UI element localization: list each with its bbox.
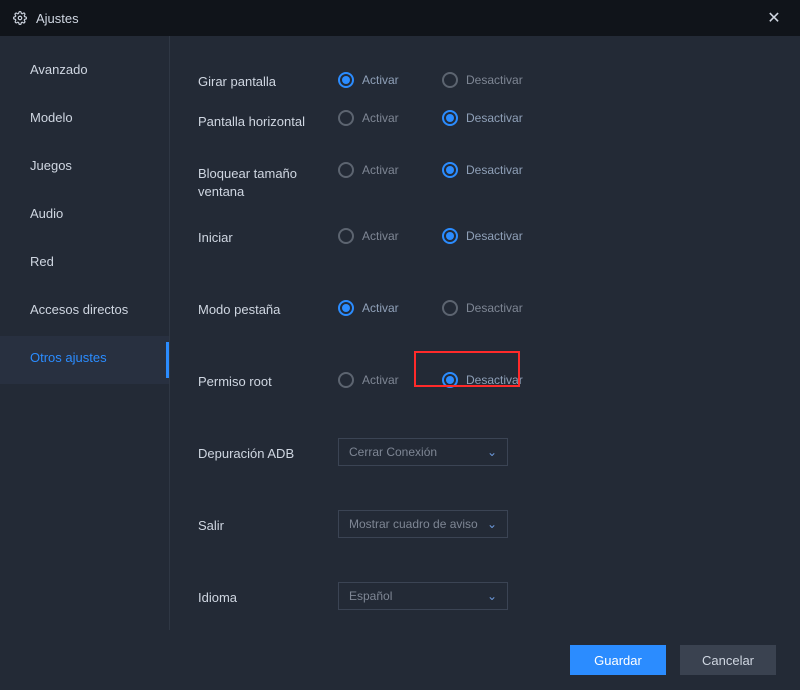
radio-group: Activar Desactivar [338, 72, 526, 88]
setting-label: Pantalla horizontal [198, 110, 338, 131]
sidebar-item-label: Juegos [30, 158, 72, 173]
radio-label: Activar [362, 301, 422, 315]
sidebar-item-label: Red [30, 254, 54, 269]
radio-deactivate[interactable]: Desactivar [442, 300, 526, 316]
radio-icon [338, 72, 354, 88]
radio-label: Desactivar [466, 73, 526, 87]
chevron-down-icon: ⌄ [487, 589, 497, 603]
radio-icon [338, 300, 354, 316]
sidebar-item-label: Otros ajustes [30, 350, 107, 365]
setting-label: Permiso root [198, 370, 338, 391]
radio-group: Activar Desactivar [338, 372, 526, 388]
radio-icon [338, 110, 354, 126]
row-adb: Depuración ADB Cerrar Conexión ⌄ [198, 430, 772, 474]
chevron-down-icon: ⌄ [487, 445, 497, 459]
radio-icon [338, 372, 354, 388]
radio-deactivate[interactable]: Desactivar [442, 228, 526, 244]
radio-label: Desactivar [466, 111, 526, 125]
radio-deactivate[interactable]: Desactivar [442, 110, 526, 126]
sidebar-item-red[interactable]: Red [0, 240, 169, 288]
radio-icon [442, 300, 458, 316]
radio-icon [442, 72, 458, 88]
radio-deactivate[interactable]: Desactivar [442, 162, 526, 178]
radio-label: Activar [362, 229, 422, 243]
radio-group: Activar Desactivar [338, 300, 526, 316]
row-root: Permiso root Activar Desactivar [198, 358, 772, 402]
radio-icon [442, 228, 458, 244]
radio-deactivate[interactable]: Desactivar [442, 372, 526, 388]
row-start: Iniciar Activar Desactivar [198, 214, 772, 258]
radio-label: Desactivar [466, 301, 526, 315]
radio-activate[interactable]: Activar [338, 162, 422, 178]
sidebar-item-avanzado[interactable]: Avanzado [0, 48, 169, 96]
sidebar-item-label: Avanzado [30, 62, 88, 77]
gear-icon [12, 10, 28, 26]
radio-activate[interactable]: Activar [338, 300, 422, 316]
radio-group: Activar Desactivar [338, 162, 526, 178]
select-value: Mostrar cuadro de aviso [349, 517, 478, 531]
radio-label: Desactivar [466, 373, 526, 387]
setting-label: Bloquear tamaño ventana [198, 162, 338, 201]
radio-icon [442, 372, 458, 388]
sidebar-item-label: Audio [30, 206, 63, 221]
cancel-button[interactable]: Cancelar [680, 645, 776, 675]
radio-icon [338, 162, 354, 178]
sidebar-item-audio[interactable]: Audio [0, 192, 169, 240]
settings-window: Ajustes ✕ Avanzado Modelo Juegos Audio R… [0, 0, 800, 690]
select-adb[interactable]: Cerrar Conexión ⌄ [338, 438, 508, 466]
sidebar-item-otros[interactable]: Otros ajustes [0, 336, 169, 384]
radio-group: Activar Desactivar [338, 228, 526, 244]
radio-icon [442, 162, 458, 178]
radio-label: Activar [362, 111, 422, 125]
sidebar-item-accesos[interactable]: Accesos directos [0, 288, 169, 336]
window-body: Avanzado Modelo Juegos Audio Red Accesos… [0, 36, 800, 630]
settings-panel: Girar pantalla Activar Desactivar Pantal… [170, 36, 800, 630]
row-landscape: Pantalla horizontal Activar Desactivar [198, 110, 772, 154]
save-button[interactable]: Guardar [570, 645, 666, 675]
select-lang[interactable]: Español ⌄ [338, 582, 508, 610]
row-exit: Salir Mostrar cuadro de aviso ⌄ [198, 502, 772, 546]
radio-label: Desactivar [466, 163, 526, 177]
radio-label: Activar [362, 373, 422, 387]
row-lang: Idioma Español ⌄ [198, 574, 772, 618]
setting-label: Girar pantalla [198, 70, 338, 91]
row-locksize: Bloquear tamaño ventana Activar Desactiv… [198, 162, 772, 206]
titlebar: Ajustes ✕ [0, 0, 800, 36]
radio-icon [338, 228, 354, 244]
radio-activate[interactable]: Activar [338, 228, 422, 244]
window-title: Ajustes [36, 11, 760, 26]
radio-activate[interactable]: Activar [338, 72, 422, 88]
setting-label: Iniciar [198, 226, 338, 247]
sidebar-item-label: Modelo [30, 110, 73, 125]
radio-label: Desactivar [466, 229, 526, 243]
sidebar: Avanzado Modelo Juegos Audio Red Accesos… [0, 36, 170, 630]
sidebar-item-label: Accesos directos [30, 302, 128, 317]
footer: Guardar Cancelar [0, 630, 800, 690]
sidebar-item-modelo[interactable]: Modelo [0, 96, 169, 144]
radio-label: Activar [362, 73, 422, 87]
radio-deactivate[interactable]: Desactivar [442, 72, 526, 88]
radio-activate[interactable]: Activar [338, 110, 422, 126]
row-rotate: Girar pantalla Activar Desactivar [198, 58, 772, 102]
select-value: Cerrar Conexión [349, 445, 437, 459]
row-tabmode: Modo pestaña Activar Desactivar [198, 286, 772, 330]
setting-label: Salir [198, 514, 338, 535]
radio-label: Activar [362, 163, 422, 177]
setting-label: Depuración ADB [198, 442, 338, 463]
select-exit[interactable]: Mostrar cuadro de aviso ⌄ [338, 510, 508, 538]
setting-label: Idioma [198, 586, 338, 607]
radio-group: Activar Desactivar [338, 110, 526, 126]
radio-activate[interactable]: Activar [338, 372, 422, 388]
radio-icon [442, 110, 458, 126]
select-value: Español [349, 589, 392, 603]
sidebar-item-juegos[interactable]: Juegos [0, 144, 169, 192]
setting-label: Modo pestaña [198, 298, 338, 319]
chevron-down-icon: ⌄ [487, 517, 497, 531]
close-icon[interactable]: ✕ [760, 8, 788, 28]
